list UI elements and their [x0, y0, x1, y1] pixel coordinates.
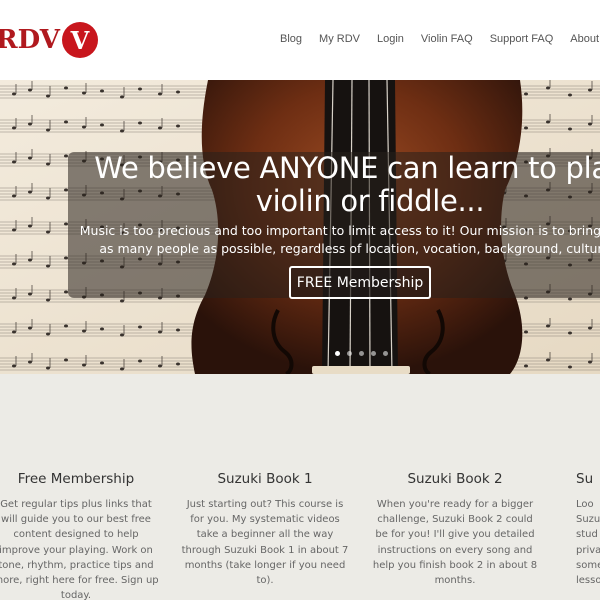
- feature-title: Suzuki Book 2: [407, 471, 503, 487]
- slider-dot-2[interactable]: [347, 351, 352, 356]
- feature-text: Get regular tips plus links that will gu…: [0, 499, 159, 600]
- feature-text: Loo Suzu stud priva some lesson: [576, 499, 600, 587]
- slider-dots: [335, 351, 395, 356]
- slider-dot-3[interactable]: [359, 351, 364, 356]
- feature-title: Su: [576, 471, 594, 487]
- feature-suzuki-book-2[interactable]: Suzuki Book 2 When you're ready for a bi…: [371, 471, 539, 588]
- free-membership-button[interactable]: FREE Membership: [289, 266, 431, 299]
- nav-my-rdv[interactable]: My RDV: [319, 33, 360, 45]
- logo-badge: V: [61, 22, 98, 58]
- hero-title: We believe ANYONE can learn to play t vi…: [94, 151, 600, 218]
- nav-login[interactable]: Login: [377, 33, 404, 45]
- site-header: RDV V Blog My RDV Login Violin FAQ Suppo…: [0, 0, 600, 80]
- slider-dot-4[interactable]: [371, 351, 376, 356]
- site-logo[interactable]: RDV V: [0, 22, 98, 58]
- feature-suzuki-book-1[interactable]: Suzuki Book 1 Just starting out? This co…: [181, 471, 349, 588]
- nav-support-faq[interactable]: Support FAQ: [490, 33, 554, 45]
- slider-dot-1[interactable]: [335, 351, 340, 356]
- features-section: Free Membership Get regular tips plus li…: [0, 374, 600, 600]
- feature-title: Suzuki Book 1: [217, 471, 313, 487]
- logo-text: RDV: [0, 25, 60, 55]
- hero-slider: We believe ANYONE can learn to play t vi…: [0, 80, 600, 374]
- feature-free-membership[interactable]: Free Membership Get regular tips plus li…: [0, 471, 160, 600]
- feature-title: Free Membership: [17, 471, 135, 487]
- nav-blog[interactable]: Blog: [280, 33, 302, 45]
- main-nav: Blog My RDV Login Violin FAQ Support FAQ…: [280, 33, 600, 45]
- nav-violin-faq[interactable]: Violin FAQ: [421, 33, 473, 45]
- slider-dot-5[interactable]: [383, 351, 388, 356]
- nav-about[interactable]: About Your: [570, 33, 600, 45]
- feature-partial[interactable]: Su Loo Suzu stud priva some lesson: [576, 471, 600, 588]
- feature-text: When you're ready for a bigger challenge…: [372, 499, 538, 587]
- feature-text: Just starting out? This course is for yo…: [181, 499, 349, 587]
- hero-subtitle: Music is too precious and too important …: [79, 223, 600, 256]
